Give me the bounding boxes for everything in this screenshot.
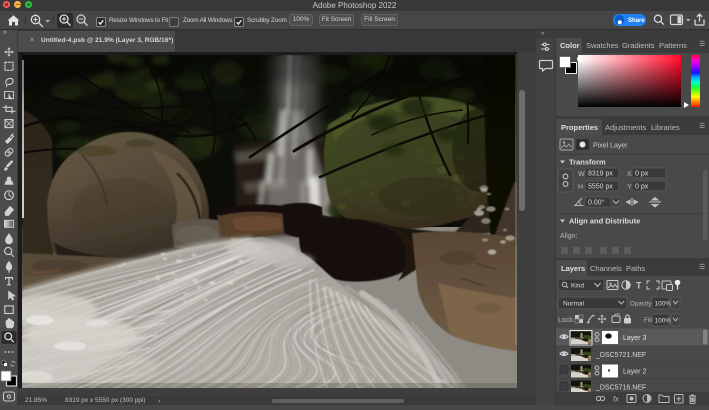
svg-text:_DSC5721.NEF: _DSC5721.NEF (595, 352, 646, 359)
svg-text:X: X (627, 171, 632, 178)
svg-text:Normal: Normal (563, 301, 585, 308)
svg-text:W: W (578, 171, 585, 178)
svg-text:Lock:: Lock: (558, 317, 575, 324)
svg-text:H: H (578, 184, 583, 191)
svg-text:8319 px: 8319 px (588, 171, 613, 178)
svg-text:Y: Y (627, 184, 632, 191)
svg-text:_DSC5716.NEF: _DSC5716.NEF (595, 385, 646, 392)
svg-text:Layer 3: Layer 3 (623, 335, 646, 342)
svg-text:fx: fx (613, 395, 619, 404)
svg-text:100%: 100% (655, 318, 672, 325)
svg-text:Pixel Layer: Pixel Layer (593, 143, 628, 150)
svg-text:5550 px: 5550 px (588, 184, 613, 191)
svg-text:Align:: Align: (560, 233, 578, 240)
svg-text:T: T (636, 281, 642, 291)
svg-text:Layer 2: Layer 2 (623, 369, 646, 376)
svg-text:0.00°: 0.00° (588, 199, 605, 207)
svg-text:0 px: 0 px (635, 171, 649, 178)
svg-text:Transform: Transform (569, 158, 606, 167)
svg-text:Align and Distribute: Align and Distribute (569, 217, 640, 226)
svg-text:100%: 100% (655, 301, 672, 308)
svg-text:Opacity:: Opacity: (630, 301, 653, 308)
svg-text:Kind: Kind (571, 283, 584, 290)
svg-text:0 px: 0 px (635, 184, 649, 191)
